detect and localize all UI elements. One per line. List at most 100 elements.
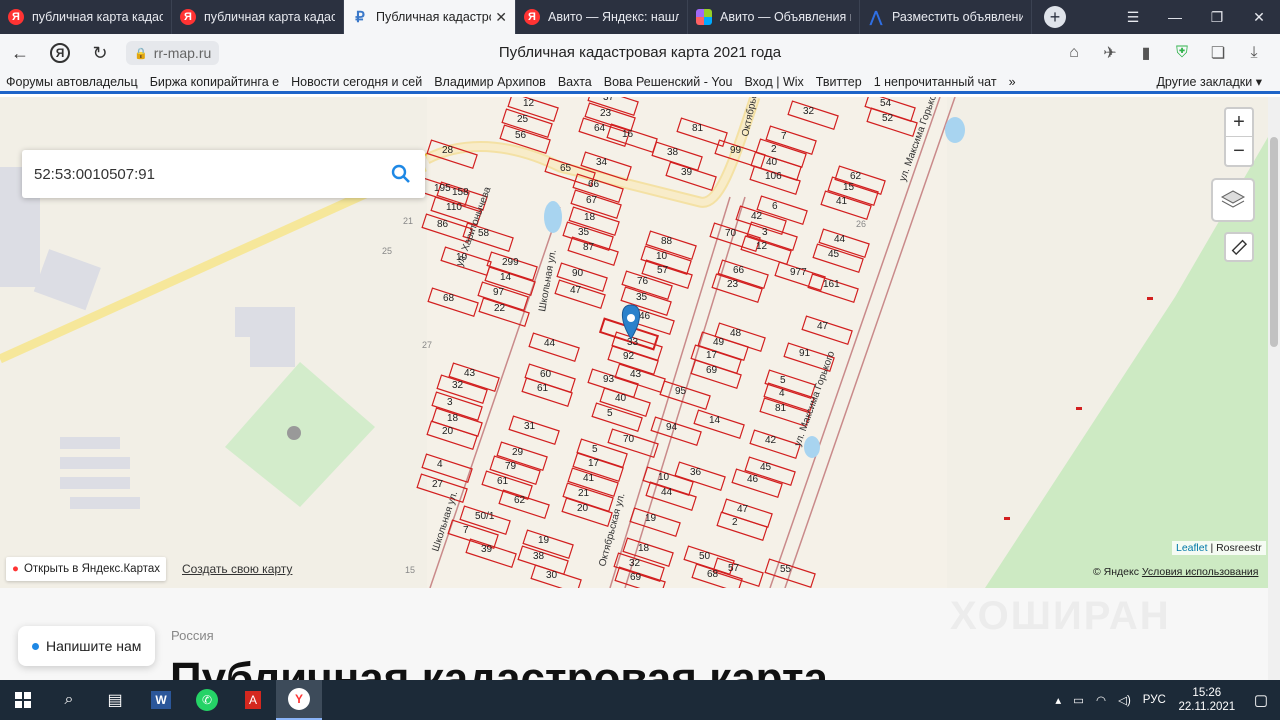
bookmark-item[interactable]: Твиттер: [810, 75, 868, 89]
chat-dot-icon: [32, 642, 39, 650]
chat-button[interactable]: Напишите нам: [18, 626, 155, 666]
plot-number: 41: [583, 473, 595, 484]
layers-button[interactable]: [1211, 178, 1255, 222]
plot-number: 40: [615, 393, 627, 404]
restore-icon[interactable]: ❐: [1196, 0, 1238, 34]
windows-start-icon[interactable]: [0, 680, 46, 720]
tab-1[interactable]: Япубличная карта кадас: [172, 0, 344, 34]
search-taskbar-icon[interactable]: ⌕: [46, 680, 92, 720]
tab-5[interactable]: ⋀ Разместить объявлени: [860, 0, 1032, 34]
plot-number: 41: [836, 196, 848, 207]
protect-shield-icon[interactable]: ⛨: [1164, 44, 1200, 62]
bookmark-item[interactable]: Вход | Wix: [738, 75, 809, 89]
bookmark-icon[interactable]: ▮: [1128, 43, 1164, 63]
tab-0[interactable]: Япубличная карта кадас: [0, 0, 172, 34]
bookmark-item[interactable]: Форумы автовладельц: [0, 75, 144, 89]
plot-number: 299: [502, 257, 519, 268]
wifi-icon[interactable]: ◠: [1090, 693, 1112, 707]
plot-number: 5: [592, 444, 598, 455]
open-yandex-label: Открыть в Яндекс.Картах: [23, 563, 161, 575]
breadcrumb[interactable]: Россия: [171, 628, 214, 643]
open-yandex-maps-button[interactable]: ● Открыть в Яндекс.Картах: [6, 557, 167, 581]
menu-icon[interactable]: ☰: [1112, 0, 1154, 34]
watermark: ХОШИРАН: [950, 594, 1171, 638]
close-tab-icon[interactable]: ✕: [495, 9, 507, 26]
collections-icon[interactable]: ❏: [1200, 43, 1236, 63]
plot-number: 55: [780, 564, 792, 575]
create-map-link[interactable]: Создать свою карту: [182, 562, 292, 576]
leaflet-link[interactable]: Leaflet: [1176, 542, 1208, 554]
back-arrow-icon[interactable]: ←: [0, 34, 40, 72]
plot-number: 5: [607, 408, 613, 419]
plot-number: 69: [630, 572, 642, 583]
other-bookmarks[interactable]: Другие закладки ▾: [1150, 74, 1268, 89]
plot-number: 61: [497, 476, 509, 487]
measure-button[interactable]: [1224, 232, 1254, 262]
plot-number: 110: [446, 202, 462, 213]
bookmark-item[interactable]: Биржа копирайтинга е: [144, 75, 285, 89]
whatsapp-icon[interactable]: ✆: [184, 680, 230, 720]
plot-number: 18: [638, 543, 650, 554]
plot-number: 42: [765, 435, 777, 446]
pin-icon[interactable]: ✈: [1092, 43, 1128, 63]
clock-time: 15:26: [1192, 687, 1222, 699]
yandex-browser-icon[interactable]: Y: [276, 680, 322, 720]
tab-3[interactable]: Я Авито — Яндекс: нашл: [516, 0, 688, 34]
notifications-icon[interactable]: ⌂: [1056, 44, 1092, 62]
zoom-out-button[interactable]: −: [1226, 137, 1252, 165]
tab-4[interactable]: Авито — Объявления н: [688, 0, 860, 34]
word-icon[interactable]: W: [138, 680, 184, 720]
plot-number: 87: [583, 242, 595, 253]
plot-number: 161: [823, 279, 840, 290]
plot-number: 18: [447, 413, 459, 424]
volume-icon[interactable]: ◁): [1112, 693, 1137, 707]
download-icon[interactable]: ⤓: [1236, 44, 1272, 62]
more-bookmarks-button[interactable]: »: [1003, 75, 1022, 89]
bookmark-item[interactable]: Владимир Архипов: [428, 75, 552, 89]
plot-number: 19: [538, 535, 550, 546]
plot-number: 70: [623, 434, 635, 445]
plot-number: 67: [586, 195, 598, 206]
notifications-center-icon[interactable]: ▢: [1242, 691, 1280, 709]
scrollbar[interactable]: [1268, 97, 1280, 680]
url-field[interactable]: 🔒 rr-map.ru: [126, 41, 220, 65]
bookmark-item[interactable]: Новости сегодня и сей: [285, 75, 428, 89]
reload-icon[interactable]: ↻: [80, 34, 120, 72]
tab-label: Авито — Объявления н: [720, 10, 851, 24]
bookmark-item[interactable]: 1 непрочитанный чат: [868, 75, 1003, 89]
plot-number: 57: [657, 265, 669, 276]
tab-2[interactable]: ₽ Публичная кадастрова ✕: [344, 0, 516, 34]
plot-number: 76: [637, 276, 649, 287]
tray-arrow-icon[interactable]: ▴: [1049, 693, 1067, 707]
new-tab-button[interactable]: +: [1044, 6, 1066, 28]
close-window-icon[interactable]: ✕: [1238, 0, 1280, 34]
plot-number: 32: [452, 380, 464, 391]
plot-number: 7: [781, 131, 787, 142]
plot-number: 81: [775, 403, 787, 414]
tab-label: Авито — Яндекс: нашл: [548, 10, 679, 24]
window-controls: ☰ — ❐ ✕: [1112, 0, 1280, 34]
clock[interactable]: 15:26 22.11.2021: [1172, 686, 1242, 714]
plot-number: 57: [728, 563, 740, 574]
plot-number: 30: [546, 570, 558, 581]
acrobat-icon[interactable]: A: [230, 680, 276, 720]
plot-number: 10: [656, 251, 668, 262]
task-view-icon[interactable]: ▤: [92, 680, 138, 720]
plot-number: 977: [790, 267, 807, 278]
plot-number: 34: [596, 157, 608, 168]
battery-icon[interactable]: ▭: [1067, 693, 1090, 707]
minimize-icon[interactable]: —: [1154, 0, 1196, 34]
plot-number: 14: [709, 415, 721, 426]
bookmark-item[interactable]: Вахта: [552, 75, 598, 89]
search-icon[interactable]: [377, 150, 425, 198]
search-input[interactable]: 52:53:0010507:91: [34, 166, 377, 183]
language-indicator[interactable]: РУС: [1137, 694, 1172, 706]
bookmark-item[interactable]: Вова Решенский - You: [598, 75, 739, 89]
plot-number: 45: [828, 249, 840, 260]
zoom-in-button[interactable]: +: [1226, 109, 1252, 137]
yandex-terms-link[interactable]: Условия использования: [1142, 566, 1259, 578]
system-tray: ▴ ▭ ◠ ◁) РУС 15:26 22.11.2021 ▢: [1049, 680, 1280, 720]
yandex-home-icon[interactable]: Я: [40, 34, 80, 72]
scroll-thumb[interactable]: [1270, 137, 1278, 347]
map-view[interactable]: 12 25 56 37 23 64 81 32 54 52 28 16 34 38 39 7 2 40 106 99 6…: [0, 97, 1268, 588]
